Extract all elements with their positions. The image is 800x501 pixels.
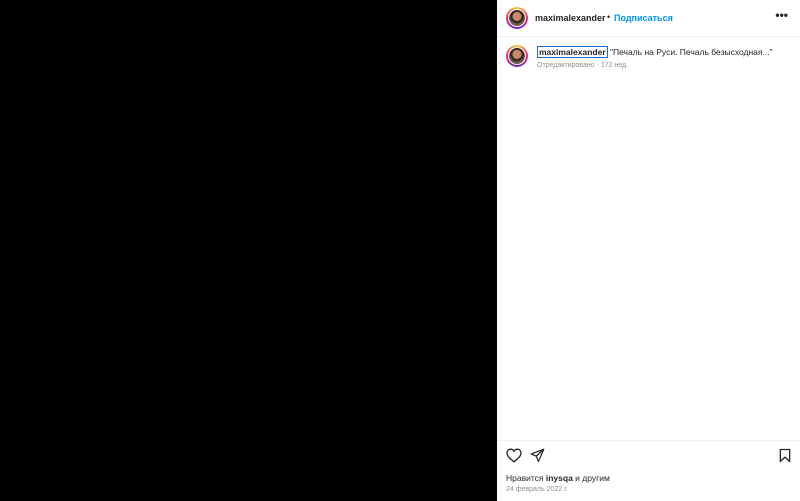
likes-line: Нравится inysqa и другим xyxy=(506,473,610,483)
bookmark-icon[interactable] xyxy=(779,448,791,468)
caption-avatar[interactable] xyxy=(506,45,528,67)
avatar[interactable] xyxy=(506,7,528,29)
more-options-icon[interactable]: ••• xyxy=(775,8,788,22)
likes-prefix: Нравится xyxy=(506,473,546,483)
heart-icon[interactable] xyxy=(506,448,522,468)
caption-text: "Печаль на Руси. Печаль безысходная..." xyxy=(607,47,773,57)
caption-text-line: maximalexander "Печаль на Руси. Печаль б… xyxy=(537,46,773,58)
likes-suffix[interactable]: и другим xyxy=(573,473,610,483)
likes-user[interactable]: inysqa xyxy=(546,473,573,483)
follow-button[interactable]: Подписаться xyxy=(614,13,673,23)
post-side-panel: maximalexander • Подписаться ••• maximal… xyxy=(497,0,800,501)
post-header: maximalexander • Подписаться ••• xyxy=(497,0,800,37)
caption-meta: Отредактировано · 172 нед. xyxy=(537,62,629,69)
action-bar xyxy=(497,440,800,469)
share-icon[interactable] xyxy=(530,448,545,468)
post-media[interactable] xyxy=(0,0,497,501)
header-username[interactable]: maximalexander xyxy=(535,13,606,23)
separator-dot: • xyxy=(607,12,611,22)
caption-username[interactable]: maximalexander xyxy=(537,46,608,58)
post-date: 24 февраль 2022 г. xyxy=(506,486,568,493)
